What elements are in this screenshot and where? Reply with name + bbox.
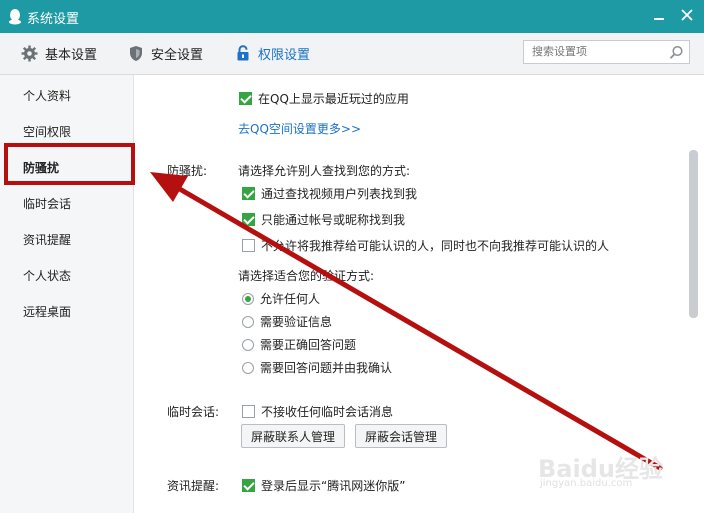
radio-unselected[interactable]: [242, 361, 254, 374]
minimize-icon[interactable]: [650, 6, 668, 24]
tab-permission-settings[interactable]: 权限设置: [235, 33, 310, 74]
tab-label: 权限设置: [258, 48, 311, 63]
anti-harass-section-label: 防骚扰:: [167, 164, 208, 178]
block-sessions-manage-button[interactable]: 屏蔽会话管理: [355, 424, 447, 448]
checkbox-checked[interactable]: [242, 479, 255, 492]
shield-icon: [130, 46, 142, 61]
find-me-prompt: 请选择允许别人查找到您的方式:: [238, 164, 411, 178]
close-icon[interactable]: [678, 6, 696, 24]
verify-allow-anyone-option[interactable]: 允许任何人: [242, 290, 320, 307]
settings-sidebar: 个人资料 空间权限 防骚扰 临时会话 资讯提醒 个人状态 远程桌面: [0, 75, 134, 513]
sidebar-item-personal-status[interactable]: 个人状态: [23, 267, 71, 284]
sidebar-item-profile[interactable]: 个人资料: [23, 87, 71, 104]
option-label: 登录后显示“腾讯网迷你版”: [261, 479, 406, 493]
option-label: 通过查找视频用户列表找到我: [261, 187, 418, 201]
option-label: 在QQ上显示最近玩过的应用: [258, 92, 409, 106]
sidebar-item-remote-desktop[interactable]: 远程桌面: [23, 303, 71, 320]
show-recent-apps-option[interactable]: 在QQ上显示最近玩过的应用: [239, 90, 409, 107]
news-section-label: 资讯提醒:: [167, 479, 220, 493]
verify-need-message-option[interactable]: 需要验证信息: [242, 313, 332, 330]
tab-basic-settings[interactable]: 基本设置: [21, 33, 97, 74]
option-label: 需要正确回答问题: [260, 338, 357, 352]
content-scrollbar[interactable]: [689, 150, 698, 318]
checkbox-checked[interactable]: [239, 92, 252, 105]
gear-icon: [21, 45, 38, 62]
tab-security-settings[interactable]: 安全设置: [128, 33, 203, 74]
qq-penguin-icon: [9, 9, 21, 25]
tab-label: 基本设置: [45, 48, 98, 63]
qzone-settings-link[interactable]: 去QQ空间设置更多>>: [238, 120, 361, 137]
search-input[interactable]: [530, 44, 664, 59]
checkbox-unchecked[interactable]: [242, 239, 255, 252]
title-bar: 系统设置: [0, 0, 704, 33]
show-mini-news-option[interactable]: 登录后显示“腾讯网迷你版”: [242, 477, 405, 494]
verify-correct-answer-option[interactable]: 需要正确回答问题: [242, 336, 356, 353]
search-box[interactable]: [523, 40, 690, 64]
option-label: 不允许将我推荐给可能认识的人，同时也不向我推荐可能认识的人: [261, 239, 610, 253]
sidebar-item-news-reminder[interactable]: 资讯提醒: [23, 231, 71, 248]
option-label: 需要验证信息: [260, 315, 333, 329]
checkbox-checked[interactable]: [242, 187, 255, 200]
no-recommend-option[interactable]: 不允许将我推荐给可能认识的人，同时也不向我推荐可能认识的人: [242, 237, 609, 254]
settings-content: 在QQ上显示最近玩过的应用 去QQ空间设置更多>> 防骚扰: 请选择允许别人查找…: [134, 75, 704, 513]
block-contacts-manage-button[interactable]: 屏蔽联系人管理: [241, 424, 345, 448]
verify-answer-and-confirm-option[interactable]: 需要回答问题并由我确认: [242, 359, 392, 376]
reject-temp-session-option[interactable]: 不接收任何临时会话消息: [242, 403, 393, 420]
find-by-account-option[interactable]: 只能通过帐号或昵称找到我: [242, 211, 405, 228]
radio-unselected[interactable]: [242, 315, 254, 328]
option-label: 允许任何人: [260, 292, 321, 306]
annotation-highlight-box: [4, 143, 135, 185]
option-label: 需要回答问题并由我确认: [260, 361, 393, 375]
verify-method-prompt: 请选择适合您的验证方式:: [238, 269, 375, 283]
option-label: 不接收任何临时会话消息: [261, 405, 394, 419]
find-by-video-list-option[interactable]: 通过查找视频用户列表找到我: [242, 185, 417, 202]
lock-icon: [237, 45, 249, 61]
settings-toolbar: 基本设置 安全设置 权限设置: [0, 33, 704, 75]
tab-label: 安全设置: [151, 48, 204, 63]
radio-selected[interactable]: [242, 292, 254, 305]
checkbox-unchecked[interactable]: [242, 405, 255, 418]
window-title: 系统设置: [27, 12, 80, 27]
temp-session-section-label: 临时会话:: [167, 405, 220, 419]
sidebar-item-temp-session[interactable]: 临时会话: [23, 195, 71, 212]
option-label: 只能通过帐号或昵称找到我: [261, 213, 406, 227]
search-icon[interactable]: [669, 45, 684, 60]
checkbox-checked[interactable]: [242, 213, 255, 226]
baidu-watermark-url: jingyan.baidu.com: [540, 478, 633, 489]
sidebar-item-qzone-permissions[interactable]: 空间权限: [23, 123, 71, 140]
radio-unselected[interactable]: [242, 338, 254, 351]
